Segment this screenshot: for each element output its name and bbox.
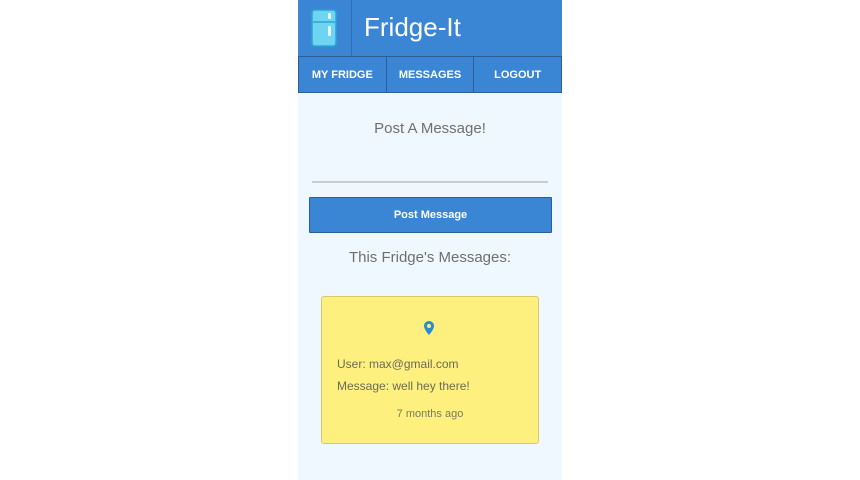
- nav-messages[interactable]: MESSAGES: [386, 56, 475, 93]
- location-pin-icon: [424, 321, 434, 340]
- nav-logout[interactable]: LOGOUT: [474, 56, 562, 93]
- message-timestamp: 7 months ago: [396, 408, 464, 420]
- app-header: Fridge-It: [298, 0, 562, 56]
- message-input[interactable]: [312, 155, 548, 183]
- app-title: Fridge-It: [364, 12, 461, 42]
- nav-my-fridge[interactable]: MY FRIDGE: [298, 56, 387, 93]
- messages-heading: This Fridge's Messages:: [348, 249, 512, 266]
- app-screen: Fridge-It MY FRIDGE MESSAGES LOGOUT Post…: [298, 0, 562, 480]
- message-user: User: max@gmail.com: [337, 357, 459, 371]
- logo[interactable]: [298, 0, 352, 56]
- post-heading: Post A Message!: [374, 120, 486, 137]
- message-card: User: max@gmail.com Message: well hey th…: [321, 296, 539, 444]
- post-message-button[interactable]: Post Message: [309, 197, 552, 233]
- message-text: Message: well hey there!: [337, 379, 470, 393]
- nav-bar: MY FRIDGE MESSAGES LOGOUT: [298, 56, 562, 93]
